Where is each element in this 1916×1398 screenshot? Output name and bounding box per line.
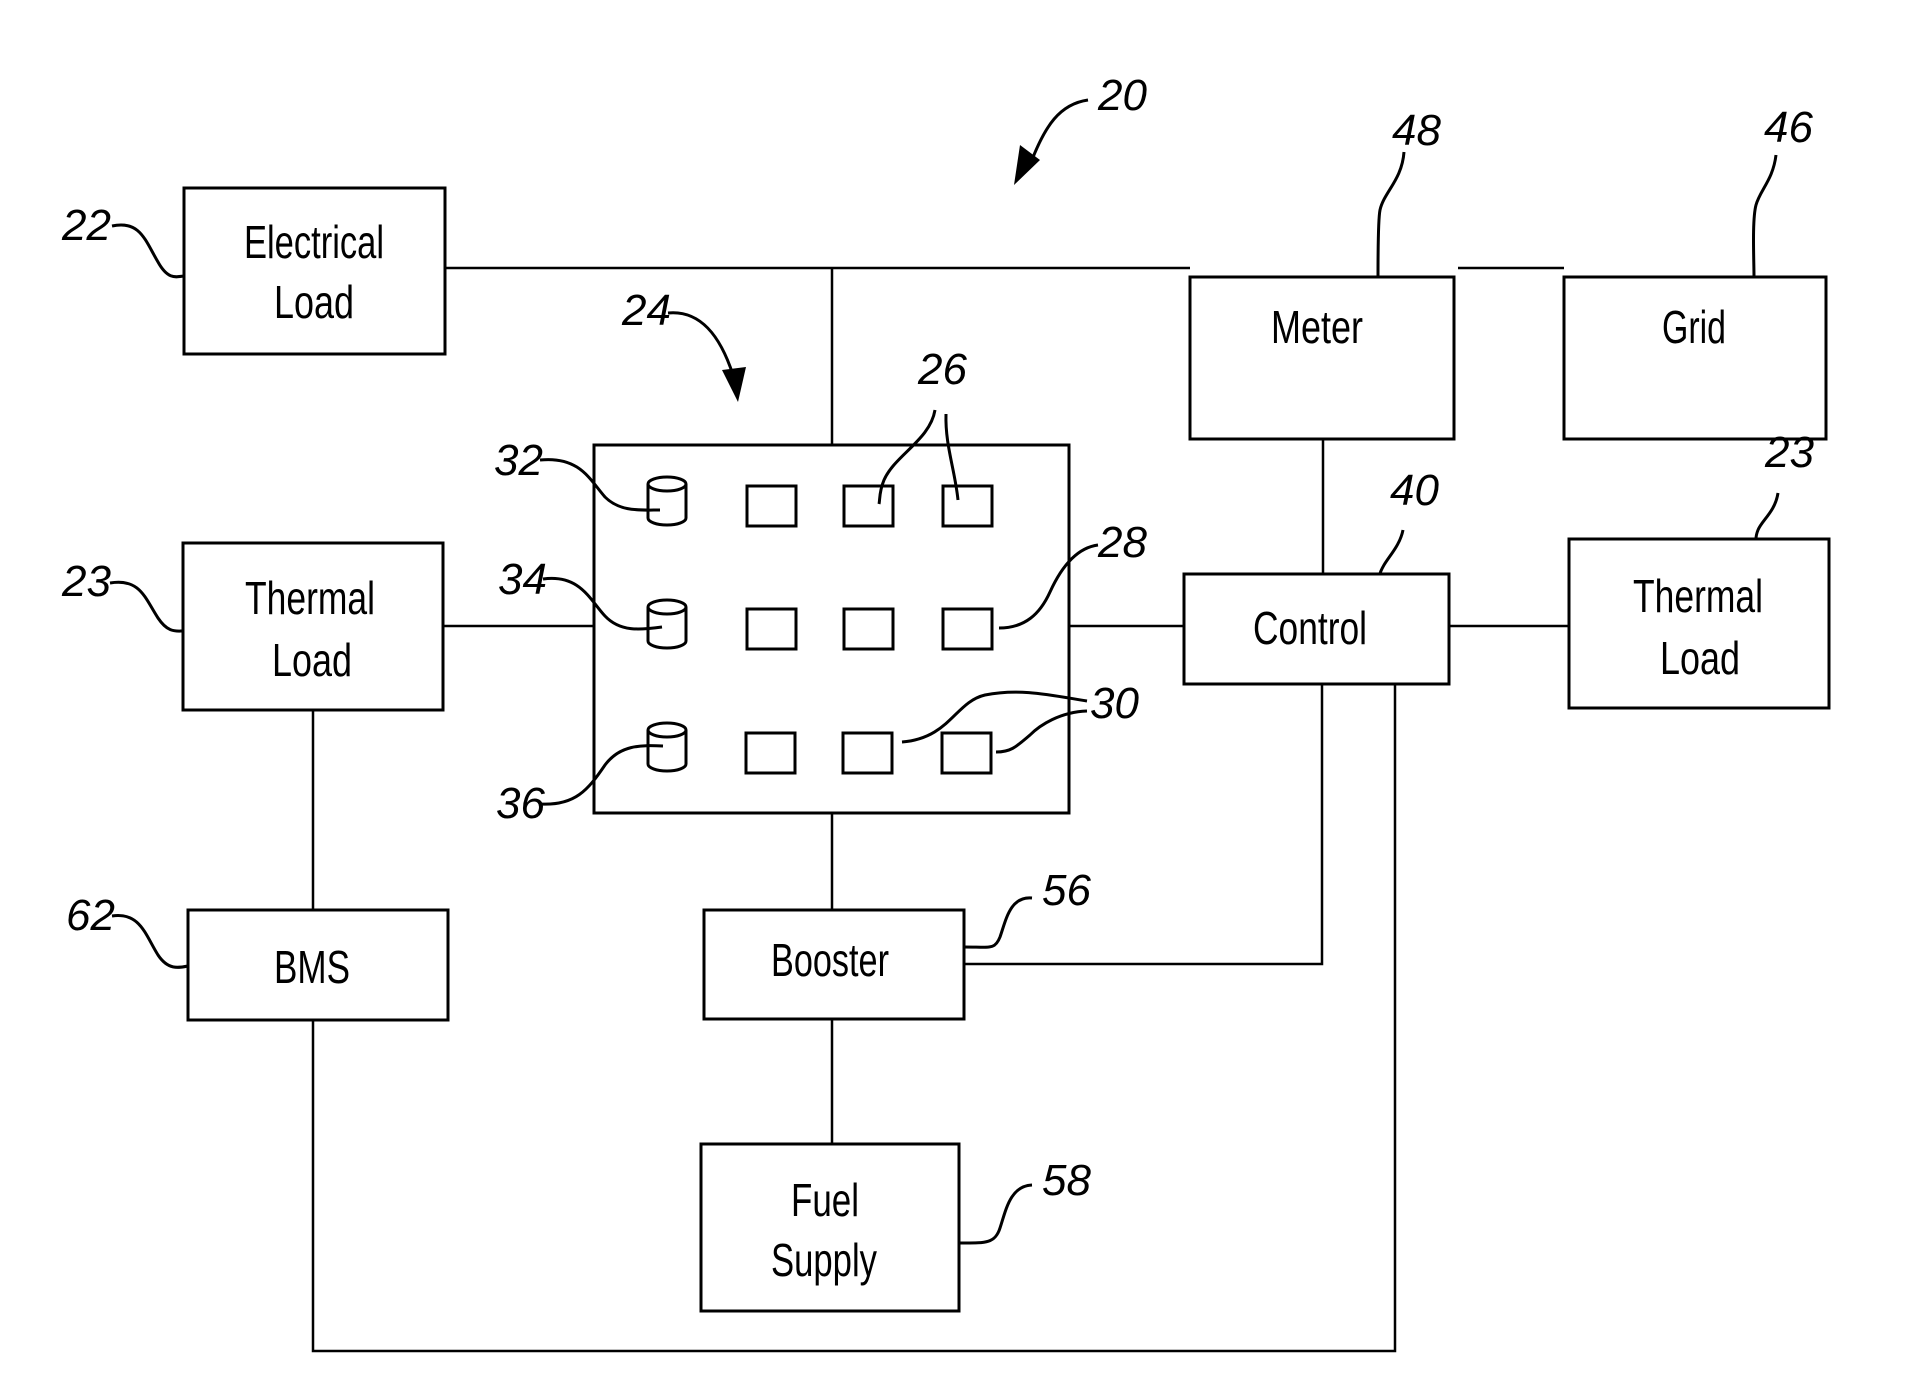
grid-label: Grid xyxy=(1662,301,1726,353)
cell-r2-c2 xyxy=(745,607,798,651)
ref-56: 56 xyxy=(1042,866,1091,915)
arrowhead-24-icon xyxy=(722,367,746,402)
thermal-load-left-block[interactable]: Thermal Load xyxy=(181,541,445,712)
leader-23-left xyxy=(109,580,184,633)
fuel-supply-label-2: Supply xyxy=(771,1234,877,1286)
bms-label: BMS xyxy=(274,941,350,993)
ref-48: 48 xyxy=(1392,106,1441,155)
ref-23-right: 23 xyxy=(1764,428,1814,477)
ref-32: 32 xyxy=(494,436,543,485)
cell-r2-c4 xyxy=(941,607,994,651)
grid-block[interactable]: Grid xyxy=(1562,275,1828,441)
thermal-load-right-label-2: Load xyxy=(1660,632,1740,684)
ref-46: 46 xyxy=(1764,103,1813,152)
arrow-20 xyxy=(1028,98,1089,166)
cell-r1-c3 xyxy=(842,484,895,528)
electrical-load-label-2: Load xyxy=(274,276,354,328)
thermal-load-right-block[interactable]: Thermal Load xyxy=(1567,537,1831,710)
thermal-load-left-label-2: Load xyxy=(272,634,352,686)
cell-r3-c3 xyxy=(841,731,894,775)
leader-46 xyxy=(1752,154,1778,278)
meter-label: Meter xyxy=(1271,301,1363,353)
ref-22: 22 xyxy=(61,201,111,250)
ref-26: 26 xyxy=(917,345,967,394)
ref-30: 30 xyxy=(1090,679,1139,728)
leader-62 xyxy=(111,914,189,969)
cell-r1-c4 xyxy=(941,484,994,528)
leader-58 xyxy=(958,1183,1033,1245)
ref-36: 36 xyxy=(496,779,545,828)
fuel-supply-label-1: Fuel xyxy=(791,1174,859,1226)
cell-r1-c2 xyxy=(745,484,798,528)
electrical-load-label-1: Electrical xyxy=(244,216,384,268)
leader-23-right xyxy=(1754,492,1780,540)
thermal-load-left-label-1: Thermal xyxy=(245,572,375,624)
cell-r3-c4 xyxy=(940,731,993,775)
ref-58: 58 xyxy=(1042,1156,1091,1205)
cell-r2-c3 xyxy=(842,607,895,651)
cylinder-mid xyxy=(646,598,688,650)
ref-28: 28 xyxy=(1097,518,1147,567)
ref-24: 24 xyxy=(621,286,671,335)
leader-48 xyxy=(1376,151,1406,278)
leader-22 xyxy=(111,223,185,279)
ref-20: 20 xyxy=(1097,71,1147,120)
arrow-24 xyxy=(667,311,735,376)
ref-62: 62 xyxy=(66,891,115,940)
cylinder-top xyxy=(646,475,688,527)
ref-23-left: 23 xyxy=(61,557,111,606)
electrical-load-block[interactable]: Electrical Load xyxy=(182,186,447,356)
booster-label: Booster xyxy=(771,934,889,986)
leader-40 xyxy=(1378,529,1405,575)
ref-34: 34 xyxy=(498,555,547,604)
booster-block[interactable]: Booster xyxy=(702,908,966,1021)
stack-array-block[interactable] xyxy=(592,443,1071,815)
ref-40: 40 xyxy=(1390,466,1439,515)
bms-block[interactable]: BMS xyxy=(186,908,450,1022)
system-diagram: Electrical Load Thermal Load BMS Booster… xyxy=(61,71,1831,1353)
meter-block[interactable]: Meter xyxy=(1188,275,1456,441)
control-block[interactable]: Control xyxy=(1182,572,1451,686)
cell-r3-c2 xyxy=(744,731,797,775)
control-label: Control xyxy=(1253,602,1367,654)
leader-56 xyxy=(963,896,1033,949)
thermal-load-right-label-1: Thermal xyxy=(1633,570,1763,622)
fuel-supply-block[interactable]: Fuel Supply xyxy=(699,1142,961,1313)
